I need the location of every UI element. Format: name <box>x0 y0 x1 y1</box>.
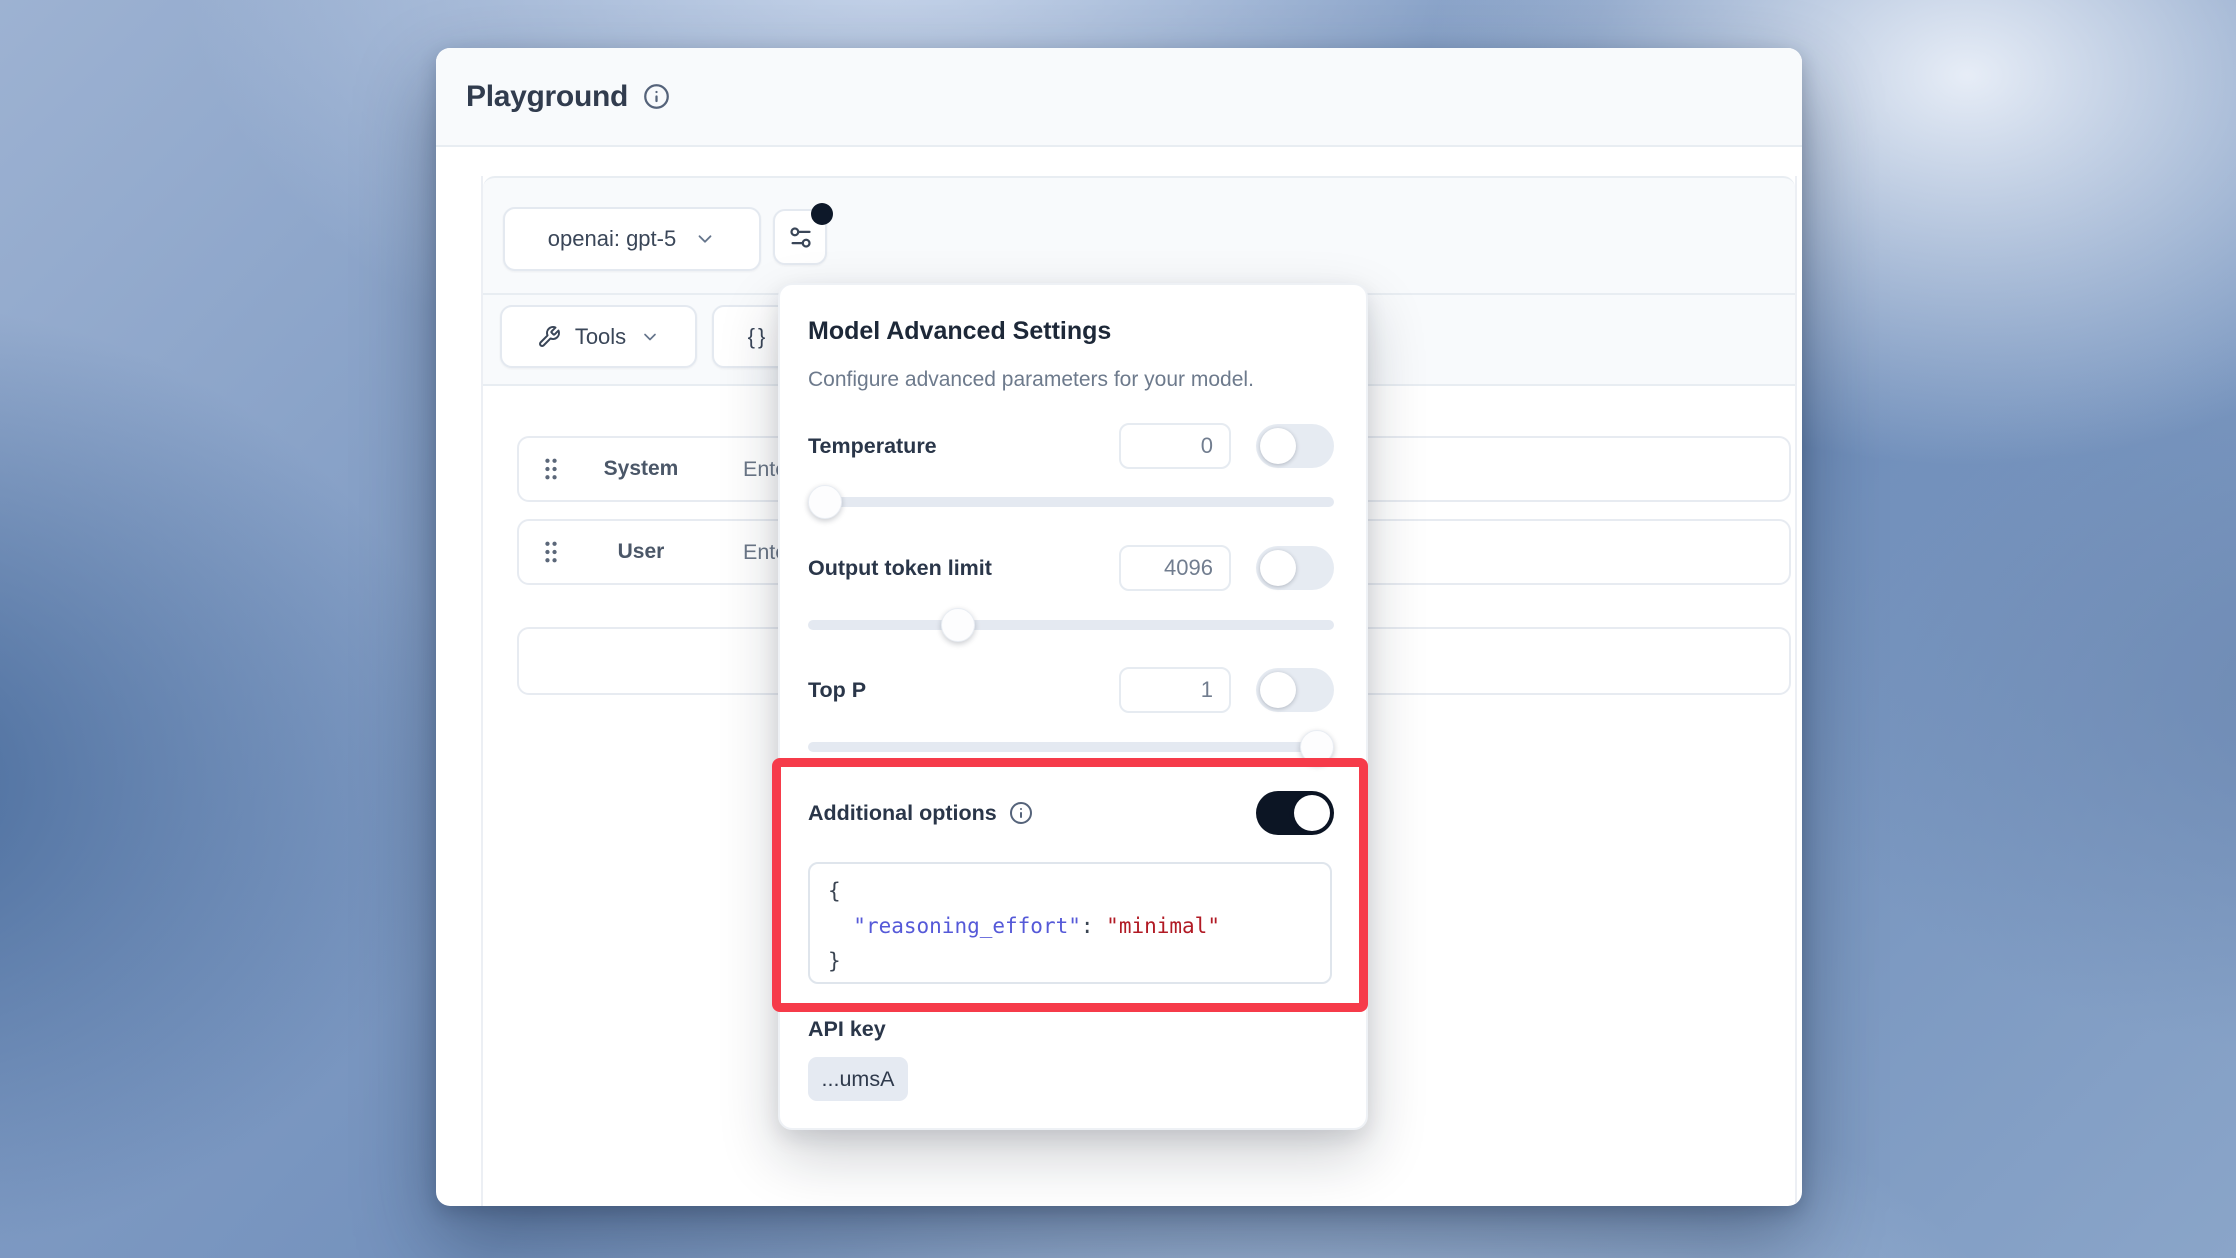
temperature-toggle[interactable] <box>1256 424 1334 468</box>
popover-subtitle: Configure advanced parameters for your m… <box>808 368 1254 392</box>
json-key: "reasoning_effort" <box>853 914 1081 938</box>
output-token-limit-toggle[interactable] <box>1256 546 1334 590</box>
drag-handle-icon[interactable] <box>541 539 561 565</box>
sliders-icon <box>787 224 814 251</box>
tools-button-label: Tools <box>575 324 626 350</box>
toggle-knob <box>1260 428 1296 464</box>
temperature-input[interactable]: 0 <box>1119 423 1231 469</box>
additional-options-row: Additional options <box>808 790 1334 836</box>
model-selector-label: openai: gpt-5 <box>548 226 676 252</box>
top-p-slider[interactable] <box>808 729 1334 765</box>
api-key-label: API key <box>808 1017 886 1042</box>
toggle-knob <box>1260 550 1296 586</box>
model-advanced-settings-popover: Model Advanced Settings Configure advanc… <box>778 283 1368 1130</box>
output-token-limit-label: Output token limit <box>808 556 1119 581</box>
wrench-icon <box>537 325 561 349</box>
tools-button[interactable]: Tools <box>500 305 697 368</box>
additional-options-json-editor[interactable]: { "reasoning_effort": "minimal" } <box>808 862 1332 984</box>
additional-options-label: Additional options <box>808 801 1231 826</box>
page-title: Playground <box>466 80 628 114</box>
toggle-knob <box>1294 795 1330 831</box>
popover-title: Model Advanced Settings <box>808 317 1111 346</box>
output-token-limit-row: Output token limit 4096 <box>808 545 1334 591</box>
drag-handle-icon[interactable] <box>541 456 561 482</box>
toggle-knob <box>1260 672 1296 708</box>
notification-dot <box>811 203 833 225</box>
slider-track[interactable] <box>808 742 1334 752</box>
model-selector[interactable]: openai: gpt-5 <box>503 207 761 271</box>
model-toolbar: openai: gpt-5 <box>483 176 1795 295</box>
message-role: User <box>561 540 721 564</box>
temperature-row: Temperature 0 <box>808 423 1334 469</box>
top-p-toggle[interactable] <box>1256 668 1334 712</box>
chevron-down-icon <box>694 228 716 250</box>
slider-thumb[interactable] <box>1300 730 1334 764</box>
info-icon <box>643 83 670 110</box>
json-value: "minimal" <box>1106 914 1220 938</box>
api-key-value-badge[interactable]: ...umsA <box>808 1057 908 1101</box>
top-p-label: Top P <box>808 678 1119 703</box>
info-icon <box>1009 801 1033 825</box>
slider-track[interactable] <box>808 620 1334 630</box>
output-token-limit-input[interactable]: 4096 <box>1119 545 1231 591</box>
slider-thumb[interactable] <box>808 485 842 519</box>
top-p-input[interactable]: 1 <box>1119 667 1231 713</box>
output-token-limit-slider[interactable] <box>808 607 1334 643</box>
slider-track[interactable] <box>808 497 1334 507</box>
additional-options-label-text: Additional options <box>808 801 997 826</box>
top-p-row: Top P 1 <box>808 667 1334 713</box>
additional-options-toggle[interactable] <box>1256 791 1334 835</box>
temperature-label: Temperature <box>808 434 1119 459</box>
slider-thumb[interactable] <box>941 608 975 642</box>
model-advanced-settings-button[interactable] <box>773 209 827 265</box>
temperature-slider[interactable] <box>808 484 1334 520</box>
page-header: Playground <box>436 48 1802 147</box>
chevron-down-icon <box>640 327 660 347</box>
message-role: System <box>561 457 721 481</box>
